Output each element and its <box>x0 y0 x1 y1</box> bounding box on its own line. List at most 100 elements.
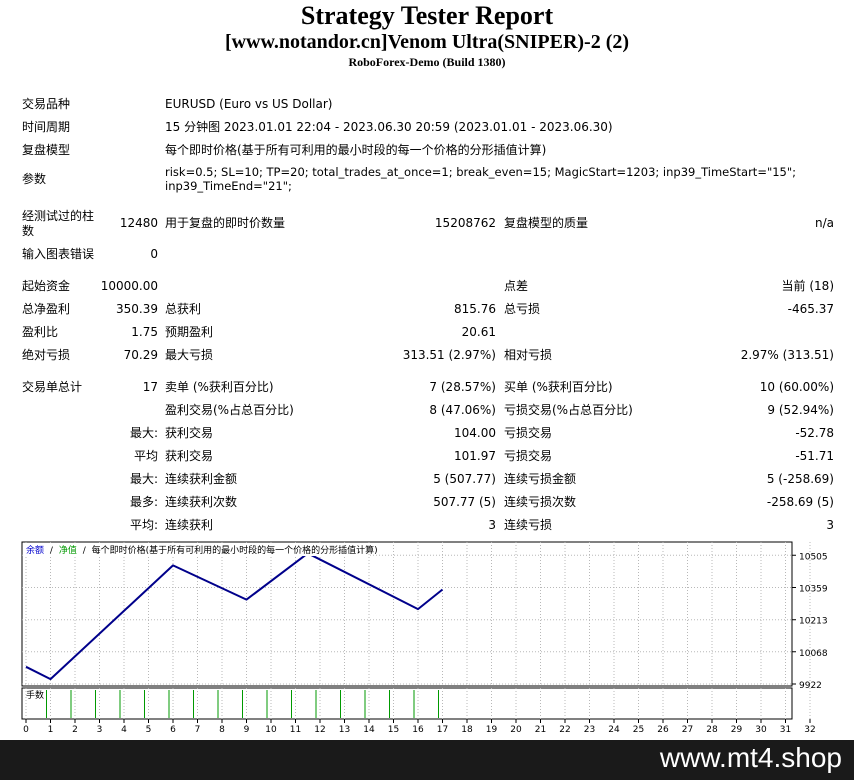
gross-profit-label: 总获利 <box>165 302 202 316</box>
expected-payoff-label: 预期盈利 <box>165 325 214 339</box>
x-tick-label: 9 <box>244 725 250 735</box>
x-tick-label: 15 <box>388 725 399 735</box>
average-consecutive-losses-label: 连续亏损 <box>504 518 553 532</box>
x-tick-label: 25 <box>633 725 644 735</box>
quality-value: n/a <box>814 216 834 230</box>
y-tick-label: 10213 <box>799 617 828 627</box>
profit-factor-value: 1.75 <box>131 325 158 339</box>
x-tick-label: 23 <box>584 725 595 735</box>
maximal-consecutive-loss-label: 连续亏损次数 <box>504 495 577 509</box>
average-loss-value: -51.71 <box>795 449 834 463</box>
max-consecutive-wins-value: 5 (507.77) <box>433 472 496 486</box>
balance-chart-svg: 105051035910213100689922 0 1 2 3 4 5 6 7 8 9 10 11 1… <box>21 541 828 735</box>
x-tick-label: 26 <box>657 725 669 735</box>
average-consecutive-wins-value: 3 <box>488 518 496 532</box>
x-tick-label: 30 <box>755 725 767 735</box>
quality-label: 复盘模型的质量 <box>504 216 589 230</box>
symbol-value: EURUSD (Euro vs US Dollar) <box>165 97 333 111</box>
relative-drawdown-label: 相对亏损 <box>504 348 553 362</box>
max-drawdown-label: 最大亏损 <box>165 348 214 362</box>
largest-profit-value: 104.00 <box>454 426 496 440</box>
x-tick-label: 5 <box>146 725 152 735</box>
gross-loss-label: 总亏损 <box>504 302 541 316</box>
x-tick-label: 3 <box>97 725 103 735</box>
y-tick-label: 10068 <box>799 649 828 659</box>
y-tick-label: 10505 <box>799 552 828 562</box>
x-tick-label: 28 <box>706 725 718 735</box>
average-consecutive-losses-value: 3 <box>826 518 834 532</box>
maximal-consecutive-profit-label: 连续获利次数 <box>165 495 238 509</box>
x-tick-label: 24 <box>608 725 620 735</box>
long-positions-value: 10 (60.00%) <box>759 380 834 394</box>
maximal-consecutive-prefix: 最多: <box>129 495 158 509</box>
x-tick-label: 20 <box>510 725 522 735</box>
errors-value: 0 <box>150 247 158 261</box>
x-tick-label: 10 <box>265 725 277 735</box>
report-title: Strategy Tester Report <box>300 1 554 30</box>
deposit-value: 10000.00 <box>100 279 158 293</box>
max-drawdown-value: 313.51 (2.97%) <box>402 348 496 362</box>
profit-factor-label: 盈利比 <box>22 325 59 339</box>
x-tick-label: 7 <box>195 725 201 735</box>
max-consecutive-prefix: 最大: <box>129 472 158 486</box>
x-tick-label: 17 <box>437 725 448 735</box>
x-tick-label: 13 <box>339 725 350 735</box>
x-tick-label: 4 <box>121 725 127 735</box>
bars-label-line-2: 数 <box>22 224 35 238</box>
footer-watermark: www.mt4.shop <box>659 742 842 773</box>
y-tick-label: 9922 <box>799 681 822 691</box>
spread-value: 当前 (18) <box>781 279 834 293</box>
profit-trades-value: 8 (47.06%) <box>429 403 496 417</box>
average-loss-label: 亏损交易 <box>504 449 553 463</box>
model-value: 每个即时价格(基于所有可利用的最小时段的每一个价格的分形插值计算) <box>165 143 547 157</box>
main-plot-frame <box>21 541 793 687</box>
lots-label: 手数 <box>26 689 44 701</box>
footer-banner: www.mt4.shop <box>0 740 854 780</box>
loss-trades-value: 9 (52.94%) <box>767 403 834 417</box>
gross-profit-value: 815.76 <box>454 302 496 316</box>
legend-balance: 余额 <box>26 544 44 556</box>
x-tick-label: 31 <box>780 725 791 735</box>
expected-payoff-value: 20.61 <box>461 325 496 339</box>
report-subtitle: [www.notandor.cn]Venom Ultra(SNIPER)-2 (… <box>224 31 630 53</box>
x-tick-label: 22 <box>559 725 570 735</box>
x-tick-label: 1 <box>48 725 54 735</box>
legend-sep-1: / <box>50 546 54 556</box>
report-build: RoboForex-Demo (Build 1380) <box>348 55 506 69</box>
spread-label: 点差 <box>504 279 529 293</box>
model-label: 复盘模型 <box>22 143 71 157</box>
y-tick-label: 10359 <box>799 584 828 594</box>
max-consecutive-losses-label: 连续亏损金额 <box>504 472 577 486</box>
bars-value: 12480 <box>119 216 158 230</box>
relative-drawdown-value: 2.97% (313.51) <box>740 348 834 362</box>
x-tick-label: 12 <box>314 725 325 735</box>
legend-model: 每个即时价格(基于所有可利用的最小时段的每一个价格的分形插值计算) <box>92 544 378 556</box>
balance-chart: 10505 10359 10213 10068 9922 0 1 2 3 4 5 6 7 8 9 10 11 1… <box>0 540 854 740</box>
x-tick-label: 29 <box>731 725 743 735</box>
legend-sep-2: / <box>83 546 87 556</box>
x-tick-label: 0 <box>23 725 29 735</box>
loss-trades-label: 亏损交易(%占总百分比) <box>504 403 633 417</box>
average-prefix: 平均 <box>133 449 158 463</box>
profit-trades-label: 盈利交易(%占总百分比) <box>165 403 294 417</box>
x-tick-label: 16 <box>412 725 424 735</box>
x-tick-labels: 0 1 2 3 4 5 6 7 8 9 10 11 12 13 14 15 16 17 18 19 20 21 22 23 24… <box>23 719 816 735</box>
ticks-value: 15208762 <box>434 216 496 230</box>
x-tick-label: 27 <box>682 725 693 735</box>
average-consecutive-prefix: 平均: <box>129 518 158 532</box>
symbol-label: 交易品种 <box>22 97 71 111</box>
legend-equity: 净值 <box>59 544 77 556</box>
params-label: 参数 <box>22 172 47 186</box>
x-tick-label: 11 <box>290 725 301 735</box>
params-line-1: risk=0.5; SL=10; TP=20; total_trades_at_… <box>165 165 797 179</box>
largest-loss-value: -52.78 <box>795 426 834 440</box>
total-trades-value: 17 <box>142 380 158 394</box>
x-tick-label: 14 <box>363 725 375 735</box>
absolute-drawdown-value: 70.29 <box>123 348 158 362</box>
short-positions-label: 卖单 (%获利百分比) <box>165 380 274 394</box>
largest-prefix: 最大: <box>129 426 158 440</box>
maximal-consecutive-loss-value: -258.69 (5) <box>766 495 834 509</box>
x-tick-label: 2 <box>72 725 78 735</box>
long-positions-label: 买单 (%获利百分比) <box>504 380 613 394</box>
largest-loss-label: 亏损交易 <box>504 426 553 440</box>
